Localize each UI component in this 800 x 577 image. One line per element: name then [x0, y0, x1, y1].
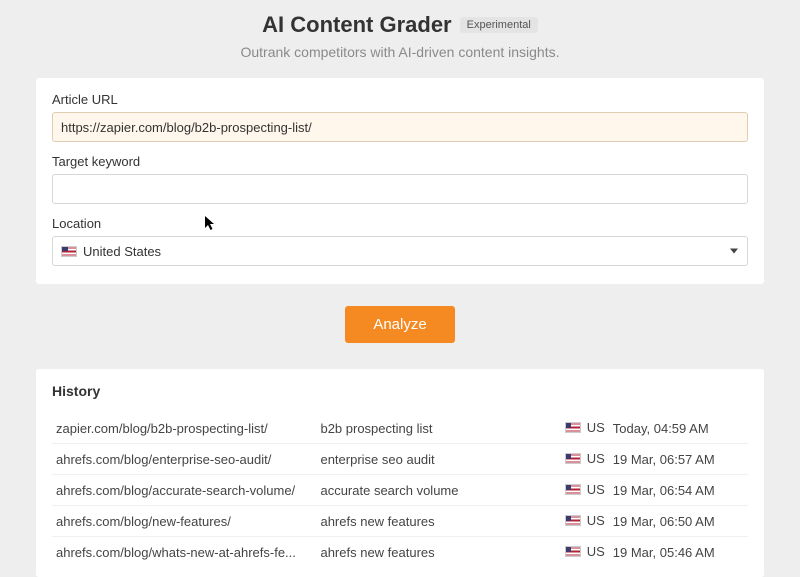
analyze-button[interactable]: Analyze	[345, 306, 454, 343]
history-time: 19 Mar, 05:46 AM	[609, 537, 748, 568]
history-card: History zapier.com/blog/b2b-prospecting-…	[36, 369, 764, 577]
target-keyword-label: Target keyword	[52, 154, 748, 169]
location-value: United States	[83, 244, 161, 259]
history-keyword: ahrefs new features	[316, 506, 525, 537]
history-keyword: enterprise seo audit	[316, 444, 525, 475]
chevron-down-icon	[730, 249, 738, 254]
history-location: US	[525, 475, 609, 506]
page-header: AI Content Grader Experimental Outrank c…	[36, 12, 764, 60]
history-time: 19 Mar, 06:57 AM	[609, 444, 748, 475]
history-keyword: accurate search volume	[316, 475, 525, 506]
history-location: US	[525, 444, 609, 475]
location-label: Location	[52, 216, 748, 231]
us-flag-icon	[565, 484, 581, 495]
history-title: History	[52, 383, 748, 399]
article-url-input[interactable]	[52, 112, 748, 142]
us-flag-icon	[61, 246, 77, 257]
us-flag-icon	[565, 422, 581, 433]
page-title: AI Content Grader	[262, 12, 451, 38]
history-keyword: ahrefs new features	[316, 537, 525, 568]
target-keyword-input[interactable]	[52, 174, 748, 204]
history-url: ahrefs.com/blog/accurate-search-volume/	[52, 475, 316, 506]
history-time: 19 Mar, 06:54 AM	[609, 475, 748, 506]
history-row[interactable]: ahrefs.com/blog/accurate-search-volume/a…	[52, 475, 748, 506]
history-time: 19 Mar, 06:50 AM	[609, 506, 748, 537]
history-url: ahrefs.com/blog/whats-new-at-ahrefs-fe..…	[52, 537, 316, 568]
history-url: ahrefs.com/blog/new-features/	[52, 506, 316, 537]
page-subtitle: Outrank competitors with AI-driven conte…	[36, 44, 764, 60]
us-flag-icon	[565, 453, 581, 464]
history-table: zapier.com/blog/b2b-prospecting-list/b2b…	[52, 413, 748, 567]
us-flag-icon	[565, 546, 581, 557]
input-card: Article URL Target keyword Location Unit…	[36, 78, 764, 284]
article-url-label: Article URL	[52, 92, 748, 107]
us-flag-icon	[565, 515, 581, 526]
history-row[interactable]: ahrefs.com/blog/whats-new-at-ahrefs-fe..…	[52, 537, 748, 568]
location-select[interactable]: United States	[52, 236, 748, 266]
history-location: US	[525, 413, 609, 444]
history-url: ahrefs.com/blog/enterprise-seo-audit/	[52, 444, 316, 475]
history-keyword: b2b prospecting list	[316, 413, 525, 444]
history-time: Today, 04:59 AM	[609, 413, 748, 444]
experimental-badge: Experimental	[460, 17, 538, 33]
history-location: US	[525, 537, 609, 568]
history-url: zapier.com/blog/b2b-prospecting-list/	[52, 413, 316, 444]
history-row[interactable]: ahrefs.com/blog/new-features/ahrefs new …	[52, 506, 748, 537]
history-row[interactable]: zapier.com/blog/b2b-prospecting-list/b2b…	[52, 413, 748, 444]
history-row[interactable]: ahrefs.com/blog/enterprise-seo-audit/ent…	[52, 444, 748, 475]
history-location: US	[525, 506, 609, 537]
